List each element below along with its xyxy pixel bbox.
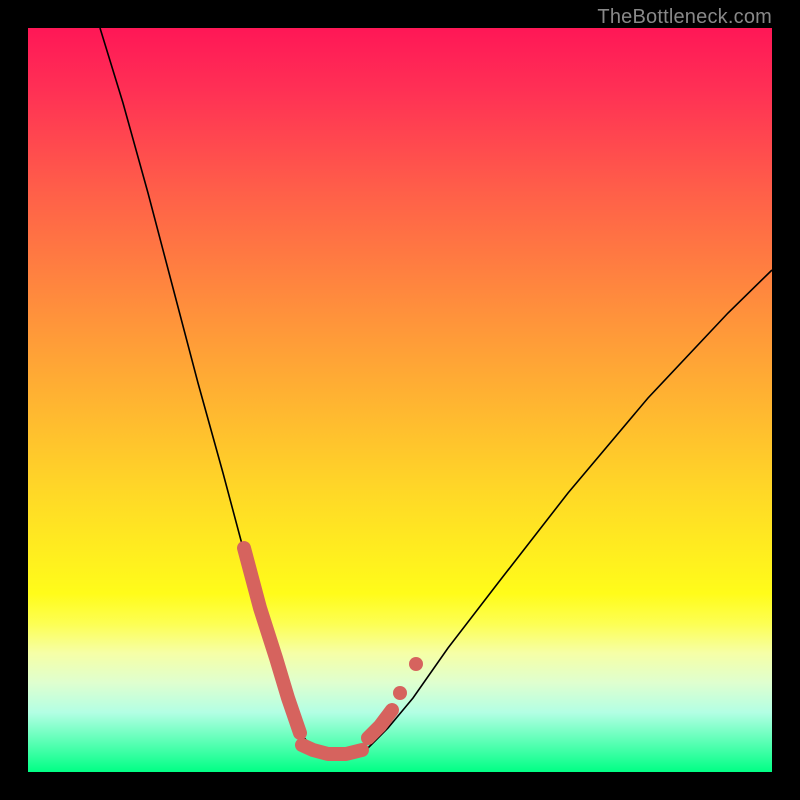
highlight-right: [368, 710, 392, 738]
highlight-dot: [409, 657, 423, 671]
chart-area: [28, 28, 772, 772]
bottleneck-curve: [100, 28, 772, 755]
highlight-left: [244, 548, 300, 733]
watermark: TheBottleneck.com: [597, 6, 772, 29]
plot-svg: [28, 28, 772, 772]
highlight-dots: [393, 657, 423, 700]
highlight-floor: [302, 745, 362, 754]
highlight-dot: [393, 686, 407, 700]
